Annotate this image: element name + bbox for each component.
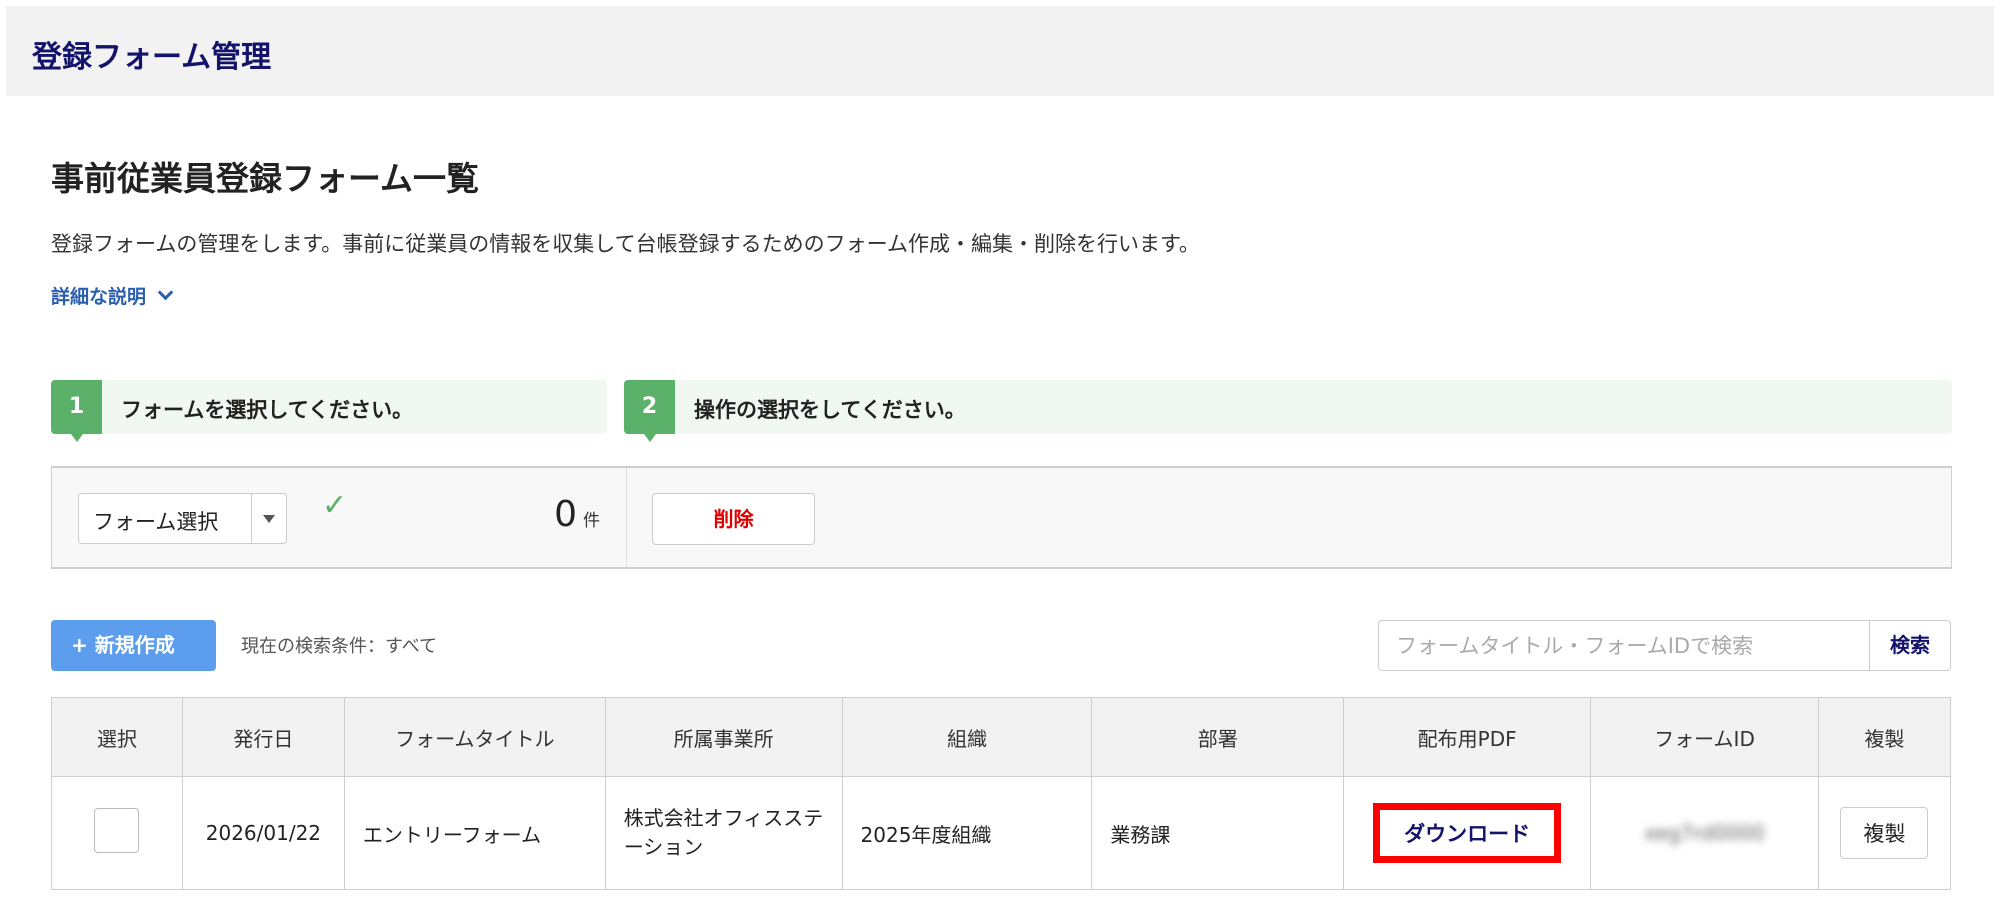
step-number: 2 xyxy=(624,380,675,442)
download-pdf-link[interactable]: ダウンロード xyxy=(1373,803,1562,863)
app-title: 登録フォーム管理 xyxy=(32,40,272,75)
page-description: 登録フォームの管理をします。事前に従業員の情報を収集して台帳登録するためのフォー… xyxy=(51,232,1200,256)
step-label: 操作の選択をしてください。 xyxy=(694,398,966,422)
row-checkbox[interactable] xyxy=(94,808,140,853)
delete-button[interactable]: 削除 xyxy=(652,493,815,545)
col-dept: 部署 xyxy=(1091,697,1345,777)
col-copy: 複製 xyxy=(1817,697,1952,777)
form-select[interactable]: フォーム選択 xyxy=(78,493,287,544)
page-title: 事前従業員登録フォーム一覧 xyxy=(51,159,480,198)
details-link[interactable]: 詳細な説明 xyxy=(51,282,174,309)
cell-form-id: xeg7rd0000 xyxy=(1644,821,1765,845)
copy-button[interactable]: 複製 xyxy=(1840,807,1929,859)
col-form-id: フォームID xyxy=(1590,697,1819,777)
chevron-down-icon xyxy=(157,284,174,301)
cell-org: 2025年度組織 xyxy=(841,776,1093,890)
col-date: 発行日 xyxy=(181,697,345,777)
search-condition: 現在の検索条件：すべて xyxy=(241,636,438,657)
divider xyxy=(626,468,627,568)
table-row: 2026/01/22 エントリーフォーム 株式会社オフィスステーション 2025… xyxy=(51,776,1952,890)
cell-date: 2026/01/22 xyxy=(181,776,345,890)
action-panel: フォーム選択 ✓ 0件 削除 xyxy=(51,466,1952,569)
count-unit: 件 xyxy=(583,511,600,531)
col-pdf: 配布用PDF xyxy=(1343,697,1592,777)
col-select: 選択 xyxy=(51,697,183,777)
cell-title: エントリーフォーム xyxy=(343,776,606,890)
step-number: 1 xyxy=(51,380,102,442)
cell-dept: 業務課 xyxy=(1091,776,1345,890)
col-org: 組織 xyxy=(841,697,1093,777)
step-label: フォームを選択してください。 xyxy=(121,398,414,422)
app-header: 登録フォーム管理 xyxy=(6,6,1994,96)
step-2: 2 操作の選択をしてください。 xyxy=(624,380,1952,442)
new-form-button[interactable]: + 新規作成 xyxy=(51,620,216,671)
step-1: 1 フォームを選択してください。 xyxy=(51,380,607,442)
form-select-value: フォーム選択 xyxy=(93,510,219,534)
search-button[interactable]: 検索 xyxy=(1869,621,1950,670)
forms-table: 選択 発行日 フォームタイトル 所属事業所 組織 部署 配布用PDF フォームI… xyxy=(51,697,1952,890)
col-office: 所属事業所 xyxy=(604,697,843,777)
count-value: 0 xyxy=(554,494,577,535)
col-title: フォームタイトル xyxy=(343,697,606,777)
dropdown-arrow-icon[interactable] xyxy=(251,494,286,543)
table-header-row: 選択 発行日 フォームタイトル 所属事業所 組織 部署 配布用PDF フォームI… xyxy=(51,697,1952,777)
cell-office: 株式会社オフィスステーション xyxy=(604,776,843,890)
selected-count: 0件 xyxy=(482,494,600,535)
search-box: 検索 xyxy=(1378,620,1951,671)
check-icon: ✓ xyxy=(322,488,348,523)
search-input[interactable] xyxy=(1379,621,1871,670)
details-link-label: 詳細な説明 xyxy=(51,286,147,308)
